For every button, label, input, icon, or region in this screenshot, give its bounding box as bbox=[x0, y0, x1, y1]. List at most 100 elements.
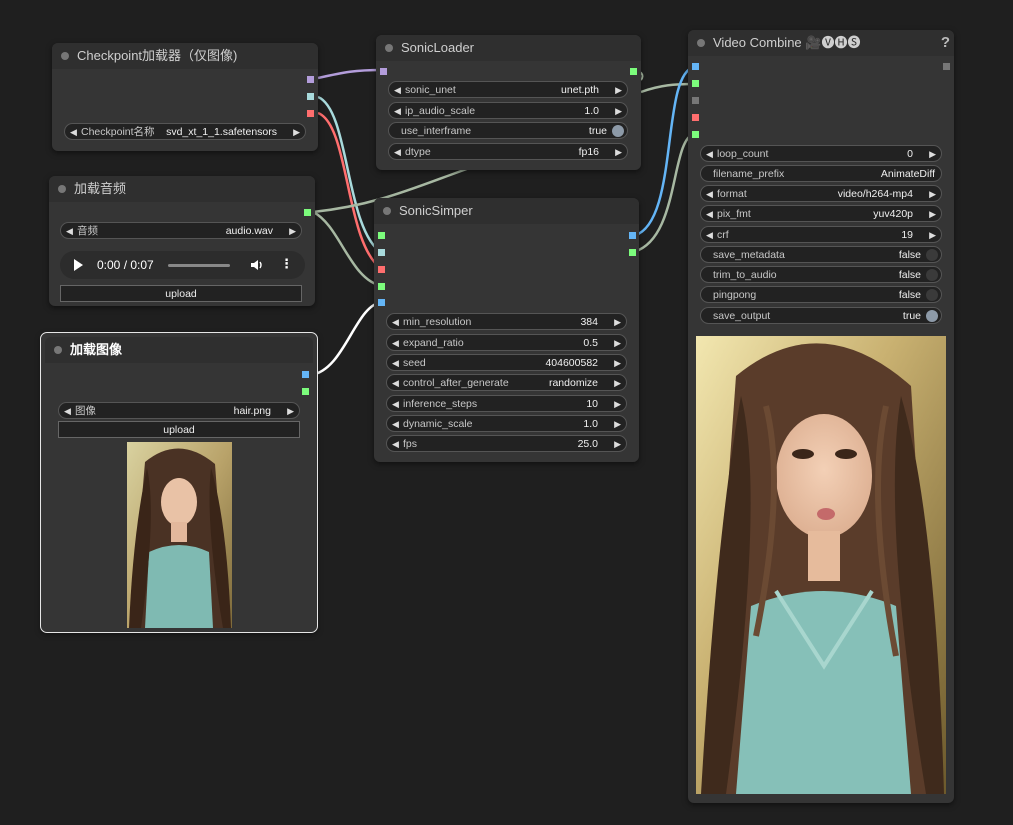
pix-fmt-combo[interactable]: ◀ pix_fmt yuv420p ▶ bbox=[700, 205, 942, 222]
collapse-dot-icon[interactable] bbox=[58, 185, 66, 193]
load-audio-node[interactable]: 加载音频 ◀ 音频 audio.wav ▶ 0:00 / 0:07 ⋮ uplo… bbox=[49, 176, 315, 306]
input-port-images[interactable] bbox=[692, 63, 699, 70]
sonic-simper-node[interactable]: SonicSimper ◀ min_resolution 384 ▶ ◀ exp… bbox=[374, 198, 639, 462]
arrow-right-icon[interactable]: ▶ bbox=[929, 146, 936, 163]
collapse-dot-icon[interactable] bbox=[385, 44, 393, 52]
seed-number[interactable]: ◀ seed 404600582 ▶ bbox=[386, 354, 627, 371]
control-after-generate-combo[interactable]: ◀ control_after_generate randomize ▶ bbox=[386, 374, 627, 391]
input-port-audio[interactable] bbox=[378, 283, 385, 290]
output-port-audio[interactable] bbox=[629, 249, 636, 256]
input-port-meta-batch[interactable] bbox=[692, 97, 699, 104]
arrow-left-icon[interactable]: ◀ bbox=[70, 124, 77, 141]
min-resolution-number[interactable]: ◀ min_resolution 384 ▶ bbox=[386, 313, 627, 330]
node-title[interactable]: Checkpoint加载器（仅图像) bbox=[52, 43, 318, 69]
crf-number[interactable]: ◀ crf 19 ▶ bbox=[700, 226, 942, 243]
arrow-right-icon[interactable]: ▶ bbox=[614, 335, 621, 352]
arrow-left-icon[interactable]: ◀ bbox=[394, 144, 401, 161]
expand-ratio-number[interactable]: ◀ expand_ratio 0.5 ▶ bbox=[386, 334, 627, 351]
sonic-unet-combo[interactable]: ◀ sonic_unet unet.pth ▶ bbox=[388, 81, 628, 98]
arrow-left-icon[interactable]: ◀ bbox=[392, 436, 399, 453]
input-port-vae[interactable] bbox=[692, 114, 699, 121]
arrow-right-icon[interactable]: ▶ bbox=[614, 355, 621, 372]
arrow-left-icon[interactable]: ◀ bbox=[392, 314, 399, 331]
save-output-toggle[interactable]: save_output true bbox=[700, 307, 942, 324]
node-title[interactable]: 加载图像 bbox=[45, 337, 313, 363]
arrow-left-icon[interactable]: ◀ bbox=[392, 355, 399, 372]
arrow-left-icon[interactable]: ◀ bbox=[706, 186, 713, 203]
arrow-right-icon[interactable]: ▶ bbox=[289, 223, 296, 240]
loop-count-number[interactable]: ◀ loop_count 0 ▶ bbox=[700, 145, 942, 162]
arrow-right-icon[interactable]: ▶ bbox=[615, 82, 622, 99]
toggle-knob[interactable] bbox=[926, 289, 938, 301]
input-port-clip[interactable] bbox=[378, 249, 385, 256]
node-title[interactable]: SonicLoader bbox=[376, 35, 641, 61]
arrow-left-icon[interactable]: ◀ bbox=[66, 223, 73, 240]
arrow-left-icon[interactable]: ◀ bbox=[392, 375, 399, 392]
arrow-left-icon[interactable]: ◀ bbox=[706, 227, 713, 244]
image-combo[interactable]: ◀ 图像 hair.png ▶ bbox=[58, 402, 300, 419]
volume-icon[interactable] bbox=[250, 258, 264, 272]
audio-combo[interactable]: ◀ 音频 audio.wav ▶ bbox=[60, 222, 302, 239]
arrow-right-icon[interactable]: ▶ bbox=[929, 186, 936, 203]
ip-audio-scale-number[interactable]: ◀ ip_audio_scale 1.0 ▶ bbox=[388, 102, 628, 119]
arrow-right-icon[interactable]: ▶ bbox=[614, 396, 621, 413]
video-preview[interactable] bbox=[696, 336, 946, 794]
input-port-audio[interactable] bbox=[692, 80, 699, 87]
collapse-dot-icon[interactable] bbox=[61, 52, 69, 60]
load-image-node[interactable]: 加载图像 ◀ 图像 hair.png ▶ upload bbox=[40, 332, 318, 633]
upload-button[interactable]: upload bbox=[60, 285, 302, 302]
input-port-sonic[interactable] bbox=[378, 232, 385, 239]
arrow-right-icon[interactable]: ▶ bbox=[929, 227, 936, 244]
toggle-knob[interactable] bbox=[926, 310, 938, 322]
seek-bar[interactable] bbox=[168, 264, 230, 267]
input-port-image[interactable] bbox=[378, 299, 385, 306]
help-icon[interactable]: ? bbox=[941, 30, 950, 56]
output-port-audio[interactable] bbox=[304, 209, 311, 216]
dynamic-scale-number[interactable]: ◀ dynamic_scale 1.0 ▶ bbox=[386, 415, 627, 432]
output-port-filenames[interactable] bbox=[943, 63, 950, 70]
output-port-clip[interactable] bbox=[307, 93, 314, 100]
collapse-dot-icon[interactable] bbox=[383, 207, 391, 215]
node-title[interactable]: 加载音频 bbox=[49, 176, 315, 202]
toggle-knob[interactable] bbox=[926, 249, 938, 261]
arrow-right-icon[interactable]: ▶ bbox=[293, 124, 300, 141]
arrow-left-icon[interactable]: ◀ bbox=[706, 146, 713, 163]
save-metadata-toggle[interactable]: save_metadata false bbox=[700, 246, 942, 263]
arrow-right-icon[interactable]: ▶ bbox=[614, 375, 621, 392]
arrow-right-icon[interactable]: ▶ bbox=[287, 403, 294, 420]
output-port-mask[interactable] bbox=[302, 388, 309, 395]
arrow-left-icon[interactable]: ◀ bbox=[394, 82, 401, 99]
pingpong-toggle[interactable]: pingpong false bbox=[700, 286, 942, 303]
node-title[interactable]: SonicSimper bbox=[374, 198, 639, 224]
arrow-left-icon[interactable]: ◀ bbox=[394, 103, 401, 120]
toggle-knob[interactable] bbox=[612, 125, 624, 137]
output-port-images[interactable] bbox=[629, 232, 636, 239]
arrow-left-icon[interactable]: ◀ bbox=[392, 416, 399, 433]
checkpoint-loader-node[interactable]: Checkpoint加载器（仅图像) ◀ Checkpoint名称 svd_xt… bbox=[52, 43, 318, 151]
arrow-right-icon[interactable]: ▶ bbox=[614, 314, 621, 331]
input-port-model[interactable] bbox=[380, 68, 387, 75]
dtype-combo[interactable]: ◀ dtype fp16 ▶ bbox=[388, 143, 628, 160]
collapse-dot-icon[interactable] bbox=[54, 346, 62, 354]
output-port-image[interactable] bbox=[302, 371, 309, 378]
output-port-model[interactable] bbox=[307, 76, 314, 83]
output-port-vae[interactable] bbox=[307, 110, 314, 117]
arrow-left-icon[interactable]: ◀ bbox=[392, 396, 399, 413]
filename-prefix-text[interactable]: filename_prefix AnimateDiff bbox=[700, 165, 942, 182]
arrow-left-icon[interactable]: ◀ bbox=[706, 206, 713, 223]
arrow-right-icon[interactable]: ▶ bbox=[929, 206, 936, 223]
upload-button[interactable]: upload bbox=[58, 421, 300, 438]
input-port-extra[interactable] bbox=[692, 131, 699, 138]
arrow-right-icon[interactable]: ▶ bbox=[615, 144, 622, 161]
use-interframe-toggle[interactable]: use_interframe true bbox=[388, 122, 628, 139]
arrow-right-icon[interactable]: ▶ bbox=[614, 436, 621, 453]
collapse-dot-icon[interactable] bbox=[697, 39, 705, 47]
arrow-right-icon[interactable]: ▶ bbox=[614, 416, 621, 433]
inference-steps-number[interactable]: ◀ inference_steps 10 ▶ bbox=[386, 395, 627, 412]
trim-to-audio-toggle[interactable]: trim_to_audio false bbox=[700, 266, 942, 283]
toggle-knob[interactable] bbox=[926, 269, 938, 281]
format-combo[interactable]: ◀ format video/h264-mp4 ▶ bbox=[700, 185, 942, 202]
ckpt-name-combo[interactable]: ◀ Checkpoint名称 svd_xt_1_1.safetensors ▶ bbox=[64, 123, 306, 140]
arrow-left-icon[interactable]: ◀ bbox=[64, 403, 71, 420]
audio-player[interactable]: 0:00 / 0:07 ⋮ bbox=[60, 251, 305, 279]
